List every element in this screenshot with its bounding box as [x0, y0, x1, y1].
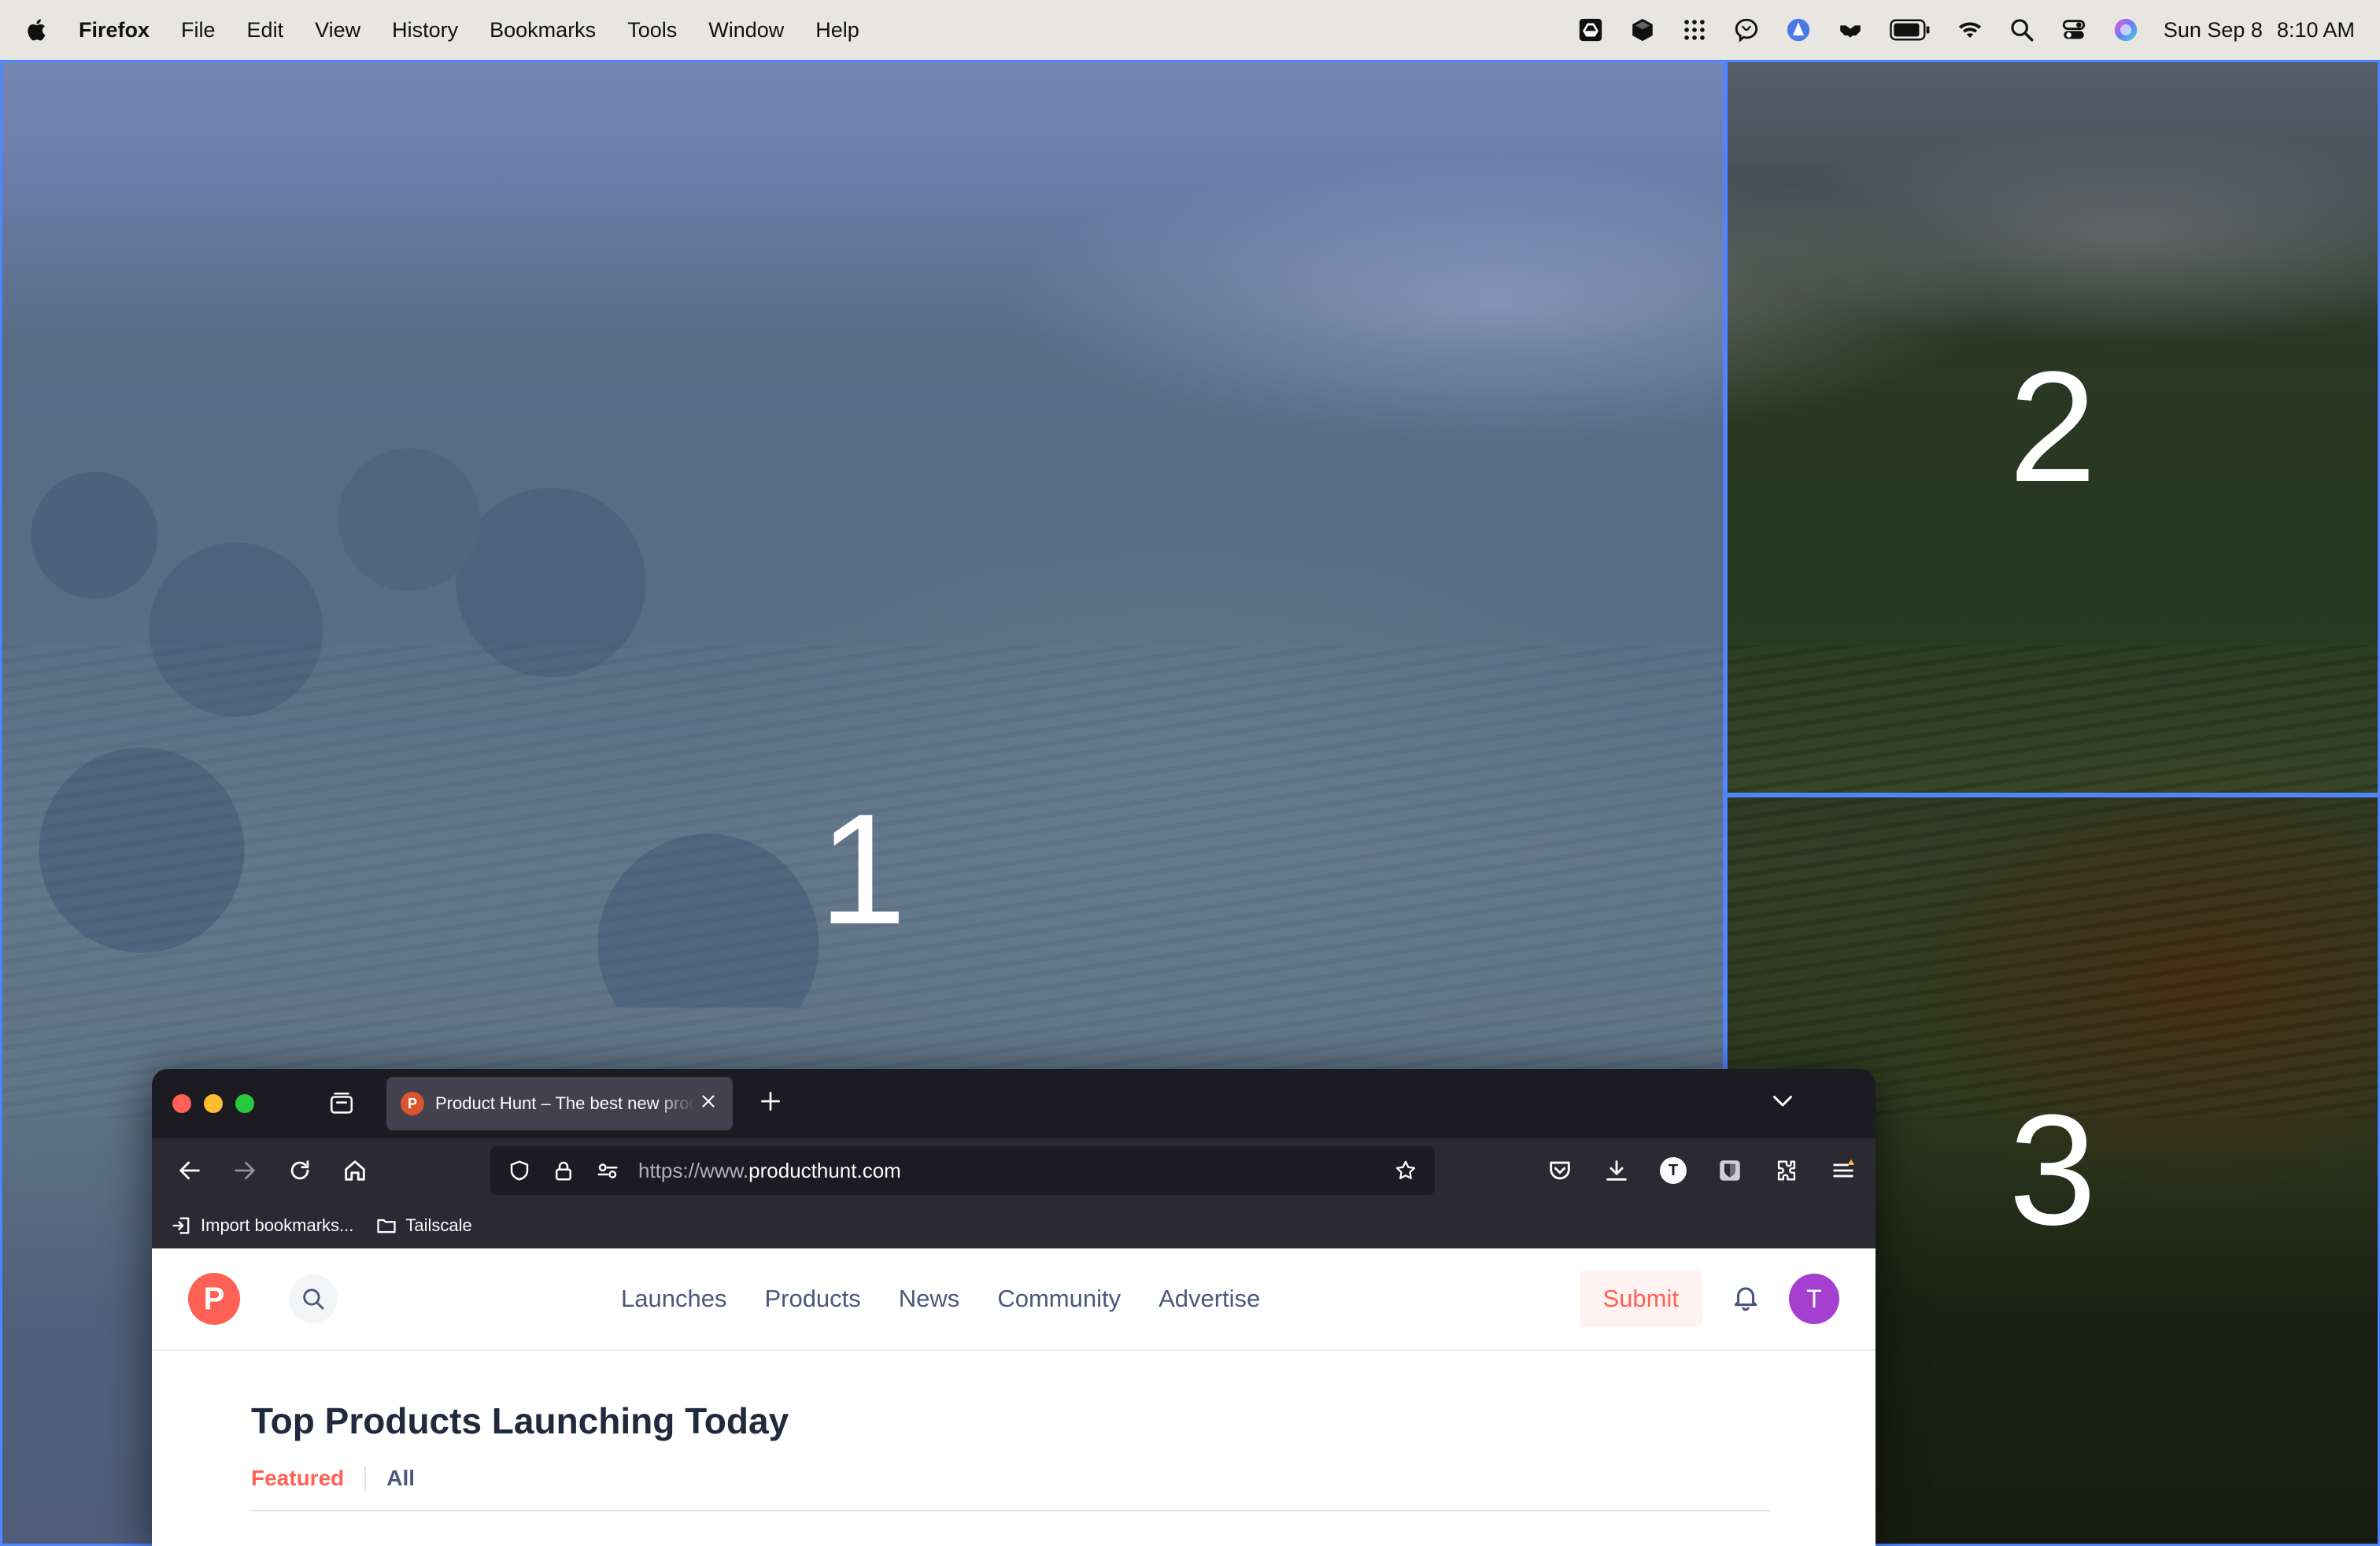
menu-bookmarks[interactable]: Bookmarks: [490, 18, 596, 43]
producthunt-logo[interactable]: P: [188, 1273, 240, 1325]
tab-producthunt[interactable]: P Product Hunt – The best new products i…: [386, 1077, 733, 1130]
bookmarks-toolbar: Import bookmarks... Tailscale: [152, 1203, 1876, 1248]
ph-filter-tabs: Featured All: [251, 1466, 1770, 1511]
address-bar[interactable]: https://www.producthunt.com: [490, 1146, 1435, 1195]
ph-main-nav: Launches Products News Community Adverti…: [621, 1285, 1260, 1313]
ph-main: Top Products Launching Today Featured Al…: [152, 1400, 1876, 1511]
ph-search-button[interactable]: [289, 1274, 338, 1323]
nav-news[interactable]: News: [899, 1285, 960, 1313]
url-host: producthunt.com: [748, 1158, 901, 1182]
nav-products[interactable]: Products: [764, 1285, 860, 1313]
downloads-icon[interactable]: [1600, 1154, 1633, 1187]
home-button[interactable]: [338, 1153, 372, 1188]
menu-edit[interactable]: Edit: [247, 18, 284, 43]
firefox-window[interactable]: P Product Hunt – The best new products i…: [152, 1069, 1876, 1546]
google-drive-icon[interactable]: [1576, 16, 1605, 44]
user-avatar[interactable]: T: [1789, 1274, 1839, 1324]
extensions-puzzle-icon[interactable]: [1770, 1154, 1803, 1187]
back-button[interactable]: [172, 1153, 207, 1188]
menu-tools[interactable]: Tools: [627, 18, 677, 43]
tab-strip: P Product Hunt – The best new products i…: [152, 1069, 1876, 1138]
folder-icon: [377, 1219, 397, 1233]
close-tab-icon[interactable]: [698, 1091, 719, 1117]
page-title: Top Products Launching Today: [251, 1400, 789, 1441]
snap-zone-1-label: 1: [819, 782, 907, 957]
snap-zone-2-label: 2: [2009, 339, 2097, 515]
bookmark-import[interactable]: Import bookmarks...: [171, 1215, 353, 1237]
menu-file[interactable]: File: [181, 18, 216, 43]
url-text[interactable]: https://www.producthunt.com: [638, 1159, 901, 1183]
zoom-window-button[interactable]: [235, 1094, 254, 1113]
nav-launches[interactable]: Launches: [621, 1285, 726, 1313]
window-controls: [172, 1094, 254, 1113]
battery-icon[interactable]: [1888, 16, 1932, 44]
snap-zone-3-label: 3: [2009, 1082, 2097, 1258]
brain-icon[interactable]: [1732, 16, 1761, 44]
menubar-clock[interactable]: Sun Sep 8 8:10 AM: [2164, 18, 2355, 43]
menu-window[interactable]: Window: [708, 18, 784, 43]
reload-button[interactable]: [283, 1153, 317, 1188]
spotlight-search-icon[interactable]: [2008, 16, 2036, 44]
close-window-button[interactable]: [172, 1094, 191, 1113]
url-scheme: https://www.: [638, 1158, 749, 1182]
bookmark-star-icon[interactable]: [1392, 1157, 1419, 1184]
tab-title: Product Hunt – The best new products in …: [435, 1093, 695, 1113]
menubar-time: 8:10 AM: [2276, 17, 2355, 42]
menu-app-firefox[interactable]: Firefox: [79, 18, 150, 43]
notifications-bell-icon[interactable]: [1731, 1282, 1761, 1316]
account-avatar-letter: T: [1660, 1157, 1687, 1184]
new-tab-button[interactable]: [755, 1086, 786, 1122]
bitwarden-shield-icon[interactable]: [1713, 1154, 1746, 1187]
handshake-icon[interactable]: [1836, 16, 1864, 44]
tab-featured[interactable]: Featured: [251, 1466, 367, 1491]
nav-advertise[interactable]: Advertise: [1159, 1285, 1260, 1313]
grid-dots-icon[interactable]: [1680, 16, 1709, 44]
navigation-toolbar: https://www.producthunt.com T: [152, 1138, 1876, 1203]
lock-icon[interactable]: [550, 1157, 577, 1184]
search-icon: [303, 1289, 324, 1310]
menubar-date: Sun Sep 8: [2163, 17, 2263, 42]
bookmark-import-label: Import bookmarks...: [201, 1215, 354, 1235]
web-page-content: P Launches Products News Community Adver…: [152, 1248, 1876, 1546]
wifi-icon[interactable]: [1956, 16, 1984, 44]
import-icon: [172, 1217, 190, 1234]
chevron-down-icon[interactable]: [1768, 1086, 1800, 1118]
tab-all[interactable]: All: [366, 1466, 415, 1491]
bookmark-folder-tailscale[interactable]: Tailscale: [375, 1215, 472, 1237]
firefox-view-icon[interactable]: [325, 1087, 358, 1120]
dropbox-icon[interactable]: [1628, 16, 1657, 44]
application-menu-icon[interactable]: [1827, 1154, 1860, 1187]
producthunt-favicon-icon: P: [401, 1092, 424, 1115]
control-center-icon[interactable]: [2060, 16, 2088, 44]
siri-icon[interactable]: [2112, 16, 2140, 44]
macos-menubar: Firefox File Edit View History Bookmarks…: [0, 0, 2380, 60]
submit-button[interactable]: Submit: [1579, 1270, 1702, 1327]
ph-header-actions: Submit T: [1579, 1270, 1839, 1327]
menu-view[interactable]: View: [315, 18, 360, 43]
permissions-icon[interactable]: [594, 1157, 621, 1184]
minimize-window-button[interactable]: [204, 1094, 223, 1113]
account-avatar[interactable]: T: [1657, 1154, 1690, 1187]
vpn-shield-icon[interactable]: [1784, 16, 1813, 44]
forward-button[interactable]: [227, 1153, 262, 1188]
menu-history[interactable]: History: [392, 18, 458, 43]
snap-zone-2[interactable]: 2: [1725, 60, 2380, 795]
toolbar-right: T: [1543, 1138, 1860, 1203]
nav-community[interactable]: Community: [997, 1285, 1121, 1313]
pocket-icon[interactable]: [1543, 1154, 1576, 1187]
bookmark-folder-label: Tailscale: [405, 1215, 472, 1235]
apple-menu-icon[interactable]: [25, 16, 50, 44]
ph-header: P Launches Products News Community Adver…: [152, 1248, 1876, 1351]
tracking-protection-shield-icon[interactable]: [506, 1157, 533, 1184]
menu-help[interactable]: Help: [815, 18, 859, 43]
menubar-status-area: Sun Sep 8 8:10 AM: [1576, 16, 2355, 44]
